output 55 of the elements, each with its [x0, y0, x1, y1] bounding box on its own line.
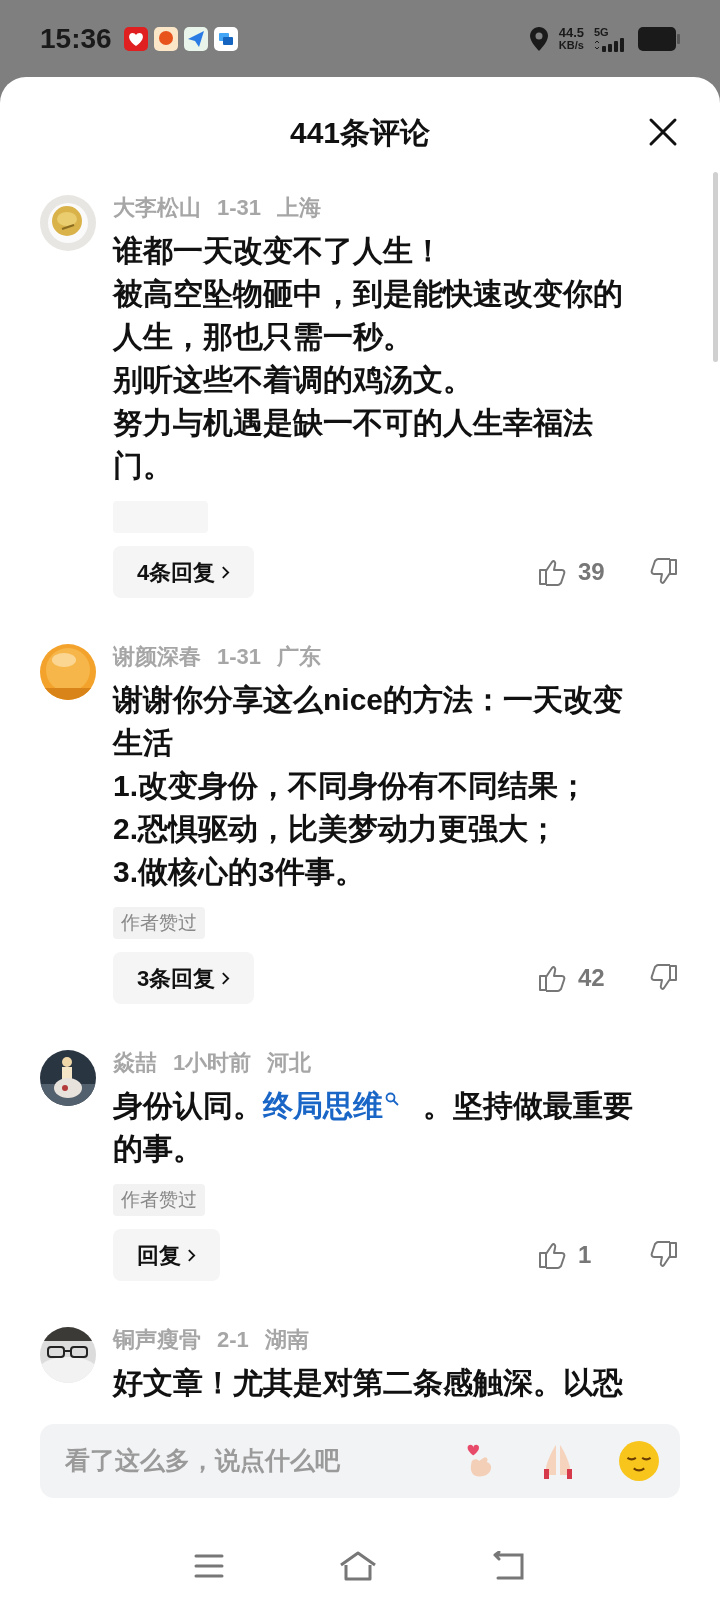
comment-text: 2.恐惧驱动，比美梦动力更强大； — [113, 811, 560, 847]
network-type: 5G — [594, 25, 609, 38]
comment-date: 1-31 — [217, 193, 262, 222]
heart-app-icon — [123, 26, 148, 51]
network-speed: 44.5 — [558, 25, 584, 39]
like-count: 1 — [578, 1240, 593, 1270]
back-icon[interactable] — [492, 1550, 526, 1581]
like-count: 42 — [578, 963, 606, 993]
comment-date: 1小时前 — [173, 1048, 252, 1077]
comment-text: 努力与机遇是缺一不可的人生幸福法门。 — [113, 405, 594, 484]
comment-text: 被高空坠物砸中，到是能快速改变你的人生，那也只需一秒。 — [113, 276, 624, 355]
thumbs-down-icon[interactable] — [650, 1240, 680, 1270]
comment-input[interactable]: 看了这么多，说点什么吧 — [65, 1442, 460, 1480]
author-liked-tag: 作者赞过 — [113, 907, 205, 939]
like-count: 39 — [578, 557, 606, 587]
chat-app-icon — [213, 26, 238, 51]
comment-text: 谢谢你分享这么nice的方法：一天改变生活 — [113, 682, 625, 761]
comment-text: 谁都一天改变不了人生！ — [113, 233, 444, 269]
location-icon — [528, 25, 549, 52]
comment-field[interactable]: 看了这么多，说点什么吧 — [40, 1424, 680, 1498]
replies-button[interactable]: 4条回复 — [113, 546, 255, 598]
menu-icon[interactable] — [194, 1552, 224, 1579]
thumbs-up-icon[interactable] — [536, 557, 566, 587]
battery-icon — [638, 26, 680, 51]
replies-button[interactable]: 回复 — [113, 1229, 220, 1281]
comment-date: 1-31 — [217, 642, 262, 671]
author-liked-tag: 作者赞过 — [113, 1184, 205, 1216]
paper-plane-app-icon — [183, 26, 208, 51]
user-location: 湖南 — [264, 1325, 309, 1354]
scrollbar[interactable] — [713, 172, 718, 362]
comment-text: 好文章！尤其是对第二条感触深。以恐 — [113, 1365, 624, 1401]
comment-text: 别听这些不着调的鸡汤文。 — [113, 362, 474, 398]
comment-date: 2-1 — [217, 1325, 249, 1354]
panel-title: 441条评论 — [289, 114, 431, 151]
thumbs-up-icon[interactable] — [536, 963, 566, 993]
chevron-right-icon — [221, 970, 231, 986]
user-location: 上海 — [277, 193, 322, 222]
network-speed-unit: KB/s — [558, 38, 584, 52]
comment-text: 1.改变身份，不同身份有不同结果； — [113, 768, 590, 804]
ball-app-icon — [153, 26, 178, 51]
thumbs-up-icon[interactable] — [536, 1240, 566, 1270]
search-icon — [385, 1092, 399, 1106]
replies-button[interactable]: 3条回复 — [113, 952, 255, 1004]
comment-text: 3.做核心的3件事。 — [113, 854, 366, 890]
user-location: 河北 — [267, 1048, 312, 1077]
home-icon[interactable] — [339, 1550, 377, 1581]
chevron-right-icon — [221, 564, 231, 580]
clock: 15:36 — [40, 21, 112, 56]
thumbs-down-icon[interactable] — [650, 963, 680, 993]
comment-text: 身份认同。终局思维 。坚持做最重要的事。 — [113, 1088, 634, 1167]
user-location: 广东 — [277, 642, 322, 671]
search-link[interactable]: 终局思维 — [263, 1089, 423, 1122]
chevron-right-icon — [187, 1247, 196, 1263]
smiling-face-icon[interactable] — [618, 1440, 660, 1482]
thumbs-down-icon[interactable] — [650, 557, 680, 587]
